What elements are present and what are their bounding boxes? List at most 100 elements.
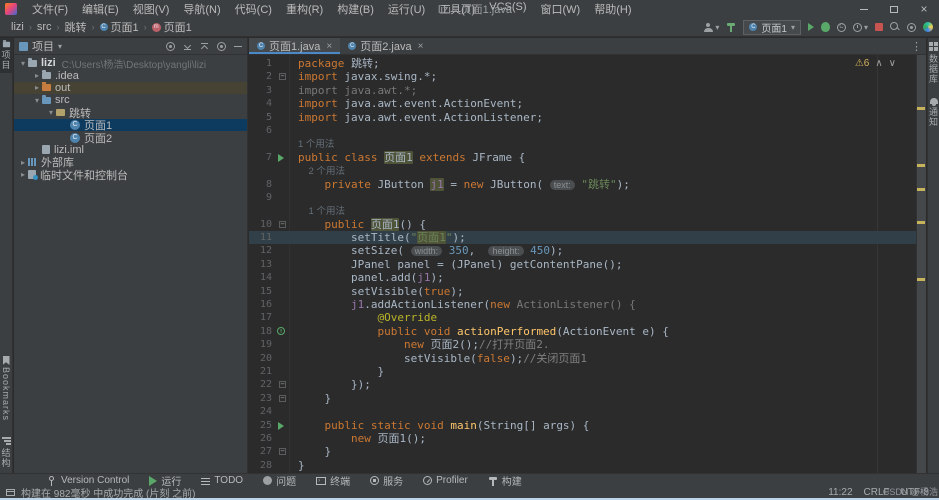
tool-window-button-todo[interactable]: TODO bbox=[201, 475, 243, 486]
run-gutter-icon[interactable] bbox=[278, 153, 284, 162]
run-configuration-select[interactable]: C 页面1 ▾ bbox=[743, 19, 801, 35]
menu-item[interactable]: 编辑(E) bbox=[75, 1, 126, 17]
breadcrumb-item[interactable]: 跳转 bbox=[62, 19, 90, 35]
tree-chevron-icon[interactable]: ▾ bbox=[46, 108, 56, 117]
menu-item[interactable]: 导航(N) bbox=[176, 1, 227, 17]
editor-tab[interactable]: C 页面2.java × bbox=[340, 38, 431, 54]
usages-inlay-hint[interactable]: 2 个用法 bbox=[298, 166, 345, 177]
tree-chevron-icon[interactable]: ▾ bbox=[18, 59, 28, 68]
expand-all-button[interactable] bbox=[183, 42, 192, 51]
prev-problem-button[interactable]: ∧ bbox=[875, 58, 882, 69]
tree-chevron-icon[interactable]: ▾ bbox=[32, 96, 42, 105]
code-line[interactable]: 13 JPanel panel = (JPanel) getContentPan… bbox=[249, 258, 916, 271]
code-line[interactable]: 16 j1.addActionListener(new ActionListen… bbox=[249, 298, 916, 311]
collapse-all-button[interactable] bbox=[200, 42, 209, 51]
locate-file-button[interactable] bbox=[166, 41, 175, 51]
next-problem-button[interactable]: ∨ bbox=[889, 58, 896, 69]
menu-item[interactable]: 重构(R) bbox=[279, 1, 330, 17]
code-line[interactable]: 7 public class 页面1 extends JFrame { bbox=[249, 150, 916, 164]
code-line[interactable]: 15 setVisible(true); bbox=[249, 285, 916, 298]
tab-options-icon[interactable]: ⋮ bbox=[911, 40, 926, 53]
code-line[interactable]: 8 private JButton j1 = new JButton( text… bbox=[249, 177, 916, 191]
inspection-widget[interactable]: ⚠6 ∧ ∨ bbox=[855, 58, 896, 69]
fold-marker-icon[interactable]: − bbox=[279, 394, 286, 402]
build-project-button[interactable] bbox=[726, 22, 736, 32]
close-icon[interactable]: × bbox=[418, 41, 424, 52]
editor-scrollbar[interactable] bbox=[916, 55, 926, 473]
database-tool-window-button[interactable]: 数据库 bbox=[927, 42, 939, 84]
structure-tool-window-button[interactable]: 结构 bbox=[0, 434, 19, 471]
plugin-icon[interactable] bbox=[923, 22, 933, 32]
profiler-button[interactable]: ▾ bbox=[852, 22, 868, 32]
fold-marker-icon[interactable]: − bbox=[279, 220, 286, 228]
menu-item[interactable]: 视图(V) bbox=[126, 1, 177, 17]
settings-button[interactable] bbox=[907, 22, 916, 32]
usages-inlay-hint[interactable]: 1 个用法 bbox=[298, 139, 334, 150]
code-line[interactable]: 26 new 页面1(); bbox=[249, 432, 916, 445]
tree-row[interactable]: ▾ lizi C:\Users\杨浩\Desktop\yangli\lizi bbox=[14, 57, 247, 71]
tree-row[interactable]: ▸ .idea bbox=[14, 69, 247, 82]
code-line[interactable]: 2− import javax.swing.*; bbox=[249, 70, 916, 83]
notifications-tool-window-button[interactable]: 通知 bbox=[927, 98, 939, 127]
menu-item[interactable]: 窗口(W) bbox=[534, 1, 588, 17]
breadcrumb-item[interactable]: lizi bbox=[8, 21, 27, 33]
code-line[interactable]: 19 new 页面2();//打开页面2. bbox=[249, 338, 916, 351]
code-line[interactable]: 18 ↑ public void actionPerformed(ActionEv… bbox=[249, 325, 916, 338]
code-line[interactable]: 14 panel.add(j1); bbox=[249, 271, 916, 284]
code-line[interactable]: 24 bbox=[249, 405, 916, 418]
tree-chevron-icon[interactable]: ▸ bbox=[18, 170, 28, 179]
chevron-down-icon[interactable]: ▾ bbox=[58, 42, 62, 51]
tree-chevron-icon[interactable]: ▸ bbox=[32, 71, 42, 80]
tool-window-button-服务[interactable]: 服务 bbox=[370, 473, 403, 488]
code-line[interactable]: 11 setTitle("页面1"); bbox=[249, 231, 916, 245]
code-line[interactable]: 28} bbox=[249, 459, 916, 472]
code-inlay-row[interactable]: 1 个用法 bbox=[249, 137, 916, 150]
tree-chevron-icon[interactable]: ▸ bbox=[32, 83, 42, 92]
code-line[interactable]: 21 } bbox=[249, 365, 916, 378]
code-line[interactable]: 1 package 跳转; bbox=[249, 57, 916, 70]
hide-panel-button[interactable] bbox=[234, 45, 242, 47]
fold-marker-icon[interactable]: − bbox=[279, 73, 286, 81]
close-button[interactable]: × bbox=[909, 0, 939, 18]
caret-position[interactable]: 11:22 bbox=[828, 487, 852, 498]
stop-button[interactable] bbox=[875, 23, 883, 31]
usages-inlay-hint[interactable]: 1 个用法 bbox=[298, 206, 345, 217]
fold-marker-icon[interactable]: − bbox=[279, 448, 286, 456]
tree-chevron-icon[interactable]: ▸ bbox=[18, 158, 28, 167]
breadcrumb-item[interactable]: C 页面1 bbox=[97, 19, 142, 35]
code-line[interactable]: 17 @Override bbox=[249, 311, 916, 324]
breadcrumb-item[interactable]: src bbox=[34, 21, 55, 33]
tool-window-button-构建[interactable]: 构建 bbox=[488, 473, 522, 488]
editor-tab[interactable]: C 页面1.java × bbox=[249, 38, 341, 54]
menu-item[interactable]: 运行(U) bbox=[381, 1, 432, 17]
menu-item[interactable]: 构建(B) bbox=[330, 1, 381, 17]
code-line[interactable]: 9 bbox=[249, 191, 916, 204]
menu-item[interactable]: 文件(F) bbox=[25, 1, 75, 17]
close-icon[interactable]: × bbox=[326, 41, 332, 52]
tree-row[interactable]: ▾ 跳转 bbox=[14, 107, 247, 120]
code-line[interactable]: 25 public static void main(String[] args… bbox=[249, 419, 916, 432]
fold-marker-icon[interactable]: − bbox=[279, 381, 286, 389]
user-menu-button[interactable]: ▾ bbox=[704, 22, 719, 32]
code-line[interactable]: 23− } bbox=[249, 392, 916, 405]
code-line[interactable]: 5 import java.awt.event.ActionListener; bbox=[249, 111, 916, 124]
project-tool-window-button[interactable]: 项目 bbox=[0, 38, 12, 73]
panel-settings-button[interactable] bbox=[217, 41, 226, 51]
tool-window-button-终端[interactable]: › 终端 bbox=[316, 473, 350, 488]
breadcrumb-item[interactable]: m 页面1 bbox=[149, 19, 195, 35]
code-line[interactable]: 27− } bbox=[249, 445, 916, 458]
coverage-button[interactable]: C bbox=[836, 22, 846, 32]
code-line[interactable]: 6 bbox=[249, 124, 916, 137]
tree-row[interactable]: ▾ src bbox=[14, 94, 247, 106]
minimize-button[interactable] bbox=[849, 0, 879, 18]
code-line[interactable]: 22− }); bbox=[249, 378, 916, 391]
tree-row[interactable]: ▸ out bbox=[14, 81, 247, 95]
tree-row[interactable]: C 页面1 bbox=[14, 118, 247, 132]
maximize-button[interactable] bbox=[879, 0, 909, 18]
run-gutter-icon[interactable] bbox=[278, 421, 284, 430]
menu-item[interactable]: 代码(C) bbox=[228, 1, 279, 17]
code-inlay-row[interactable]: 2 个用法 bbox=[249, 164, 916, 177]
code-inlay-row[interactable]: 1 个用法 bbox=[249, 204, 916, 217]
code-line[interactable]: 3 import java.awt.*; bbox=[249, 84, 916, 97]
code-line[interactable]: 12 setSize( width: 350, height: 450); bbox=[249, 244, 916, 257]
